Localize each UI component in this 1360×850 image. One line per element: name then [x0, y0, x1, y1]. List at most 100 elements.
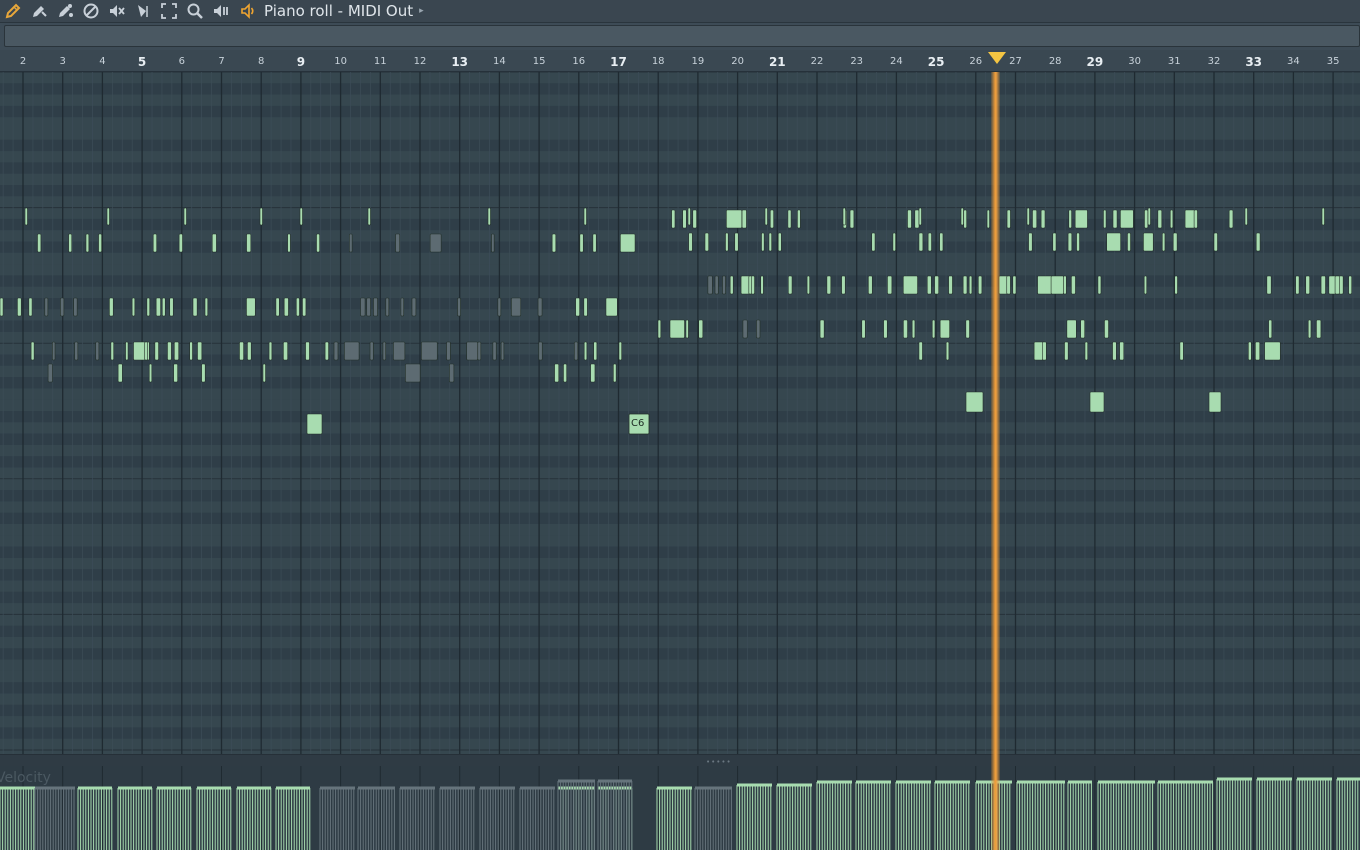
paint-drums-tool-icon[interactable] — [52, 0, 78, 22]
ruler-bar-22[interactable]: 22 — [811, 56, 824, 67]
note — [1089, 391, 1105, 413]
paint-tool-icon[interactable] — [26, 0, 52, 22]
note — [1050, 275, 1065, 295]
note — [764, 207, 768, 226]
velocity-panel[interactable]: Velocity — [0, 766, 1360, 850]
note — [306, 413, 323, 435]
key-row — [0, 716, 1360, 728]
note — [246, 233, 252, 253]
note — [797, 209, 801, 229]
key-row — [0, 218, 1360, 231]
note — [109, 297, 114, 317]
note — [926, 275, 932, 295]
ghost-note — [491, 233, 495, 253]
ruler-bar-7[interactable]: 7 — [218, 56, 224, 67]
playhead-marker[interactable] — [988, 52, 1006, 64]
ruler-bar-19[interactable]: 19 — [692, 56, 705, 67]
ruler-bar-27[interactable]: 27 — [1009, 56, 1022, 67]
ruler-bar-23[interactable]: 23 — [850, 56, 863, 67]
note — [28, 297, 33, 317]
note — [583, 341, 588, 361]
ruler-bar-16[interactable]: 16 — [572, 56, 585, 67]
ruler-bar-26[interactable]: 26 — [969, 56, 982, 67]
key-row — [0, 128, 1360, 140]
ruler-bar-21[interactable]: 21 — [769, 55, 786, 69]
note — [169, 297, 174, 317]
note — [24, 207, 28, 226]
delete-tool-icon[interactable] — [78, 0, 104, 22]
key-row — [0, 524, 1360, 536]
ruler-bar-18[interactable]: 18 — [652, 56, 665, 67]
note — [1161, 232, 1166, 252]
ruler-bar-9[interactable]: 9 — [297, 55, 305, 69]
ruler-bar-35[interactable]: 35 — [1327, 56, 1340, 67]
ruler-bar-34[interactable]: 34 — [1287, 56, 1300, 67]
window-title[interactable]: Piano roll - MIDI Out — [264, 2, 413, 20]
ghost-note — [373, 297, 378, 317]
speaker-icon[interactable] — [238, 0, 260, 22]
ruler-bar-6[interactable]: 6 — [179, 56, 185, 67]
ruler-bar-10[interactable]: 10 — [334, 56, 347, 67]
note — [30, 341, 35, 361]
ghost-note — [393, 341, 406, 361]
ruler-bar-15[interactable]: 15 — [533, 56, 546, 67]
note — [1316, 319, 1322, 339]
slice-tool-icon[interactable] — [130, 0, 156, 22]
note — [125, 341, 129, 361]
ruler-bar-5[interactable]: 5 — [138, 55, 146, 69]
zoom-tool-icon[interactable] — [182, 0, 208, 22]
note — [192, 297, 198, 317]
ruler-bar-25[interactable]: 25 — [928, 55, 945, 69]
note — [669, 319, 685, 339]
ruler-bar-11[interactable]: 11 — [374, 56, 387, 67]
ruler-bar-14[interactable]: 14 — [493, 56, 506, 67]
draw-tool-icon[interactable] — [0, 0, 26, 22]
note — [1244, 207, 1248, 226]
ruler-bar-20[interactable]: 20 — [731, 56, 744, 67]
ghost-note — [382, 341, 387, 361]
title-menu-arrow[interactable]: ▸ — [419, 6, 424, 16]
note — [268, 341, 273, 361]
ruler-bar-3[interactable]: 3 — [60, 56, 66, 67]
timeline-ruler[interactable]: 2 3 4 5 6 7 8 9 10 11 12 13 14 15 16 17 18 19 20 21 22 23 24 25… — [0, 50, 1360, 72]
key-row — [0, 151, 1360, 163]
ruler-bar-4[interactable]: 4 — [99, 56, 105, 67]
note — [299, 207, 303, 226]
ruler-bar-31[interactable]: 31 — [1168, 56, 1181, 67]
ruler-bar-24[interactable]: 24 — [890, 56, 903, 67]
note — [1169, 209, 1174, 229]
ruler-bar-8[interactable]: 8 — [258, 56, 264, 67]
splitter-grip[interactable]: ••••• — [706, 758, 732, 766]
select-tool-icon[interactable] — [156, 0, 182, 22]
note — [883, 319, 888, 339]
note — [1097, 275, 1102, 295]
ruler-bar-2[interactable]: 2 — [20, 56, 26, 67]
ruler-bar-28[interactable]: 28 — [1049, 56, 1062, 67]
velocity-canvas[interactable] — [0, 766, 1360, 850]
mute-tool-icon[interactable] — [104, 0, 130, 22]
ruler-bar-30[interactable]: 30 — [1128, 56, 1141, 67]
note-grid[interactable]: C6 — [0, 72, 1360, 754]
note — [1040, 209, 1046, 229]
note — [117, 363, 123, 383]
note — [1042, 341, 1047, 361]
ruler-bar-29[interactable]: 29 — [1087, 55, 1104, 69]
note — [918, 207, 922, 226]
playhead[interactable] — [991, 72, 1000, 850]
ruler-bar-12[interactable]: 12 — [414, 56, 427, 67]
key-row — [0, 580, 1360, 592]
ruler-bar-17[interactable]: 17 — [610, 55, 627, 69]
panel-splitter[interactable]: ••••• — [0, 754, 1360, 766]
playback-tool-icon[interactable] — [208, 0, 234, 22]
ruler-bar-33[interactable]: 33 — [1245, 55, 1262, 69]
note-c6[interactable]: C6 — [628, 413, 650, 435]
ghost-note — [44, 297, 49, 317]
note-grid-canvas[interactable]: C6 — [0, 72, 1360, 754]
ruler-bar-32[interactable]: 32 — [1208, 56, 1221, 67]
ruler-bar-13[interactable]: 13 — [451, 55, 468, 69]
note — [367, 207, 371, 226]
note — [1112, 209, 1118, 229]
ghost-note — [446, 341, 451, 361]
note — [1179, 341, 1184, 361]
ghost-note — [366, 297, 371, 317]
